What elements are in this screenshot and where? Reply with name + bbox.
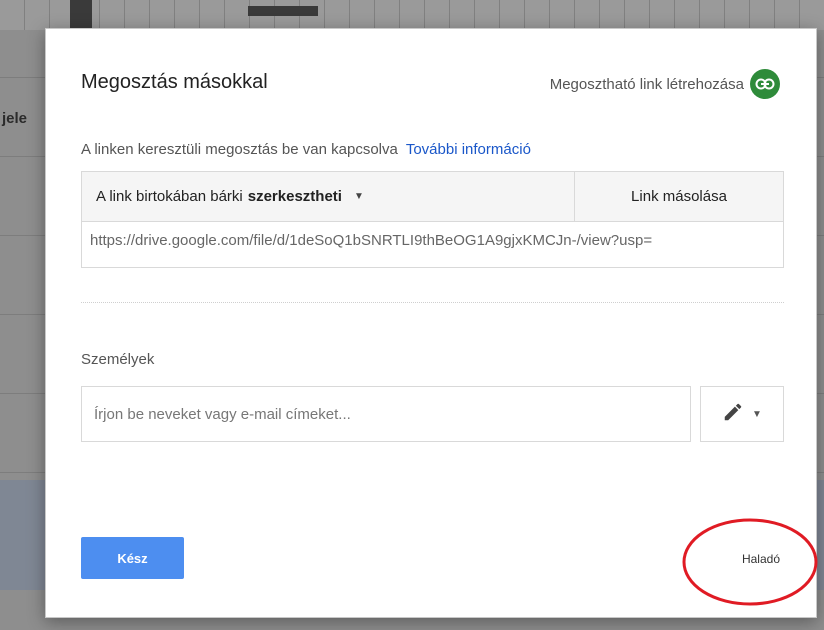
chevron-down-icon: ▼ [752,408,762,420]
chevron-down-icon: ▼ [353,191,364,202]
link-sharing-status-text: A linken keresztüli megosztás be van kap… [81,141,398,158]
dialog-title: Megosztás másokkal [81,71,268,93]
copy-link-button[interactable]: Link másolása [575,172,783,221]
access-level: szerkesztheti [247,188,342,205]
spreadsheet-header-strip [0,0,824,30]
link-icon[interactable] [750,69,780,99]
link-access-row: A link birtokában bárki szerkesztheti ▼ … [81,171,784,222]
link-sharing-status: A linken keresztüli megosztás be van kap… [81,141,531,158]
annotation-circle [682,518,818,606]
access-prefix: A link birtokában bárki [96,188,243,205]
create-shareable-link-label: Megosztható link létrehozása [549,75,744,93]
pencil-icon [722,401,744,428]
spreadsheet-dark-cell [248,6,318,16]
people-input[interactable]: Írjon be neveket vagy e-mail címeket... [81,386,691,442]
background-partial-label: jele [2,110,28,127]
section-divider [81,302,784,303]
people-section-label: Személyek [81,351,155,368]
done-button[interactable]: Kész [81,537,184,579]
more-info-link[interactable]: További információ [406,141,531,158]
link-access-dropdown[interactable]: A link birtokában bárki szerkesztheti ▼ [82,172,575,221]
spreadsheet-dark-cell [70,0,92,30]
permission-dropdown-button[interactable]: ▼ [700,386,784,442]
create-shareable-link-button[interactable]: Megosztható link létrehozása [550,69,780,99]
share-url-field[interactable]: https://drive.google.com/file/d/1deSoQ1b… [81,222,784,268]
